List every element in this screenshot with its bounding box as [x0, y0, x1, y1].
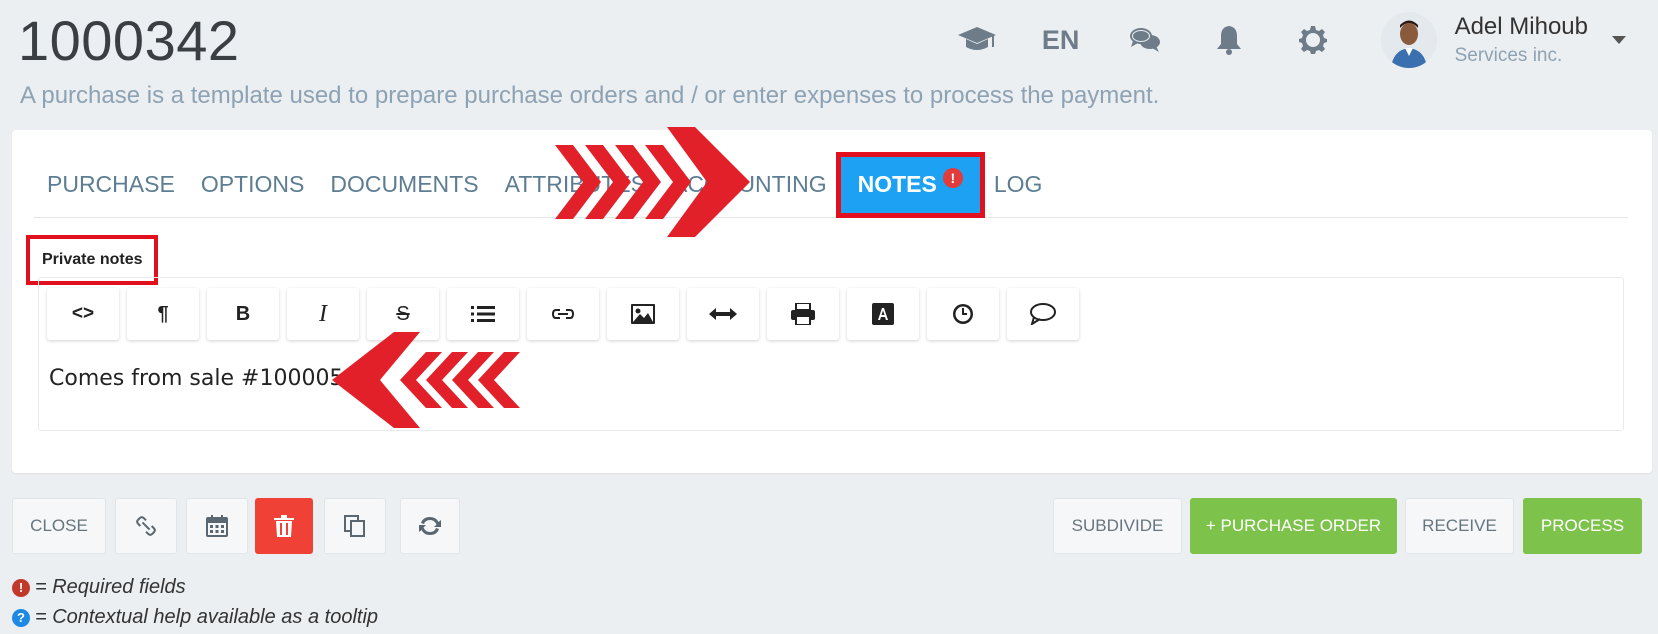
italic-icon: I — [319, 300, 327, 327]
tab-notes[interactable]: NOTES! — [835, 151, 985, 218]
user-company: Services inc. — [1454, 45, 1563, 66]
arrows-horizontal-icon — [709, 308, 737, 320]
gear-icon[interactable] — [1285, 16, 1341, 64]
paragraph-button[interactable]: ¶ — [127, 288, 199, 340]
tab-label: ATTRIBUTES — [504, 171, 646, 197]
required-badge: ! — [942, 167, 963, 188]
page-title: 1000342 — [18, 9, 240, 72]
tab-attributes[interactable]: ATTRIBUTES — [492, 156, 659, 214]
code-view-button[interactable]: <> — [47, 288, 119, 340]
chat-icon[interactable] — [1117, 16, 1173, 64]
tab-label: PURCHASE — [47, 171, 175, 197]
required-legend-text: = Required fields — [35, 576, 186, 598]
subdivide-button[interactable]: SUBDIVIDE — [1053, 498, 1182, 554]
help-legend-text: = Contextual help available as a tooltip — [35, 606, 379, 628]
bold-button[interactable]: B — [207, 288, 279, 340]
strikethrough-icon: S — [396, 302, 410, 325]
image-icon — [631, 304, 655, 324]
required-legend: ! = Required fields — [12, 576, 186, 599]
top-bar: EN Adel Mihoub Services inc. — [921, 0, 1658, 80]
italic-button[interactable]: I — [287, 288, 359, 340]
purchase-card: PURCHASE OPTIONS DOCUMENTS ATTRIBUTES AC… — [12, 130, 1652, 473]
comment-icon — [1030, 303, 1056, 325]
horizontal-rule-button[interactable] — [687, 288, 759, 340]
editor-toolbar: <> ¶ B I S — [47, 288, 1087, 340]
print-button[interactable] — [767, 288, 839, 340]
list-icon — [471, 306, 495, 322]
tab-label: ACCOUNTING — [671, 171, 827, 197]
calendar-button[interactable] — [186, 498, 248, 554]
duplicate-button[interactable] — [324, 498, 386, 554]
tab-documents[interactable]: DOCUMENTS — [317, 156, 491, 214]
font-color-button[interactable] — [847, 288, 919, 340]
copy-icon — [344, 515, 365, 537]
font-color-icon — [872, 303, 894, 325]
tab-options[interactable]: OPTIONS — [188, 156, 318, 214]
tab-accounting[interactable]: ACCOUNTING — [659, 156, 840, 214]
purchase-order-button[interactable]: + PURCHASE ORDER — [1190, 498, 1397, 554]
comment-button[interactable] — [1007, 288, 1079, 340]
trash-icon — [274, 515, 294, 537]
clock-button[interactable] — [927, 288, 999, 340]
notes-editor[interactable]: <> ¶ B I S Comes from sale #1000059 — [38, 277, 1624, 431]
refresh-icon — [419, 517, 441, 535]
tab-label: LOG — [993, 171, 1043, 197]
tab-bar: PURCHASE OPTIONS DOCUMENTS ATTRIBUTES AC… — [34, 151, 1628, 218]
tab-purchase[interactable]: PURCHASE — [34, 156, 188, 214]
help-legend: ? = Contextual help available as a toolt… — [12, 606, 378, 629]
notes-content[interactable]: Comes from sale #1000059 — [49, 366, 357, 391]
action-bar: CLOSE SUBDIVIDE + PURCHASE ORDER RECEIVE… — [12, 498, 1658, 554]
tab-label: OPTIONS — [200, 171, 305, 197]
tab-log[interactable]: LOG — [981, 156, 1056, 214]
receive-label: RECEIVE — [1422, 516, 1497, 535]
page-description: A purchase is a template used to prepare… — [20, 82, 1160, 109]
close-button[interactable]: CLOSE — [12, 498, 106, 554]
receive-button[interactable]: RECEIVE — [1405, 498, 1514, 554]
strikethrough-button[interactable]: S — [367, 288, 439, 340]
refresh-button[interactable] — [400, 498, 460, 554]
link-icon — [552, 309, 574, 319]
delete-button[interactable] — [255, 498, 313, 554]
exclamation-icon: ! — [12, 578, 30, 597]
process-label: PROCESS — [1540, 516, 1625, 535]
list-button[interactable] — [447, 288, 519, 340]
paragraph-icon: ¶ — [157, 302, 169, 325]
link-icon — [136, 516, 156, 536]
avatar[interactable] — [1380, 12, 1437, 68]
purchase-order-label: + PURCHASE ORDER — [1205, 516, 1382, 535]
bell-icon[interactable] — [1201, 16, 1257, 64]
language-selector[interactable]: EN — [1033, 25, 1089, 56]
link-button[interactable] — [527, 288, 599, 340]
code-icon: <> — [71, 303, 95, 324]
graduation-cap-icon[interactable] — [949, 16, 1005, 64]
tab-label: NOTES — [857, 171, 937, 197]
caret-down-icon[interactable] — [1612, 36, 1626, 44]
process-button[interactable]: PROCESS — [1523, 498, 1642, 554]
calendar-icon — [206, 515, 228, 537]
question-icon: ? — [12, 608, 30, 627]
link-record-button[interactable] — [115, 498, 177, 554]
subdivide-label: SUBDIVIDE — [1071, 516, 1164, 535]
image-button[interactable] — [607, 288, 679, 340]
user-name[interactable]: Adel Mihoub — [1455, 13, 1588, 41]
tab-label: DOCUMENTS — [330, 171, 479, 197]
close-label: CLOSE — [30, 516, 88, 535]
clock-icon — [953, 304, 973, 324]
print-icon — [791, 303, 815, 325]
bold-icon: B — [235, 302, 251, 325]
